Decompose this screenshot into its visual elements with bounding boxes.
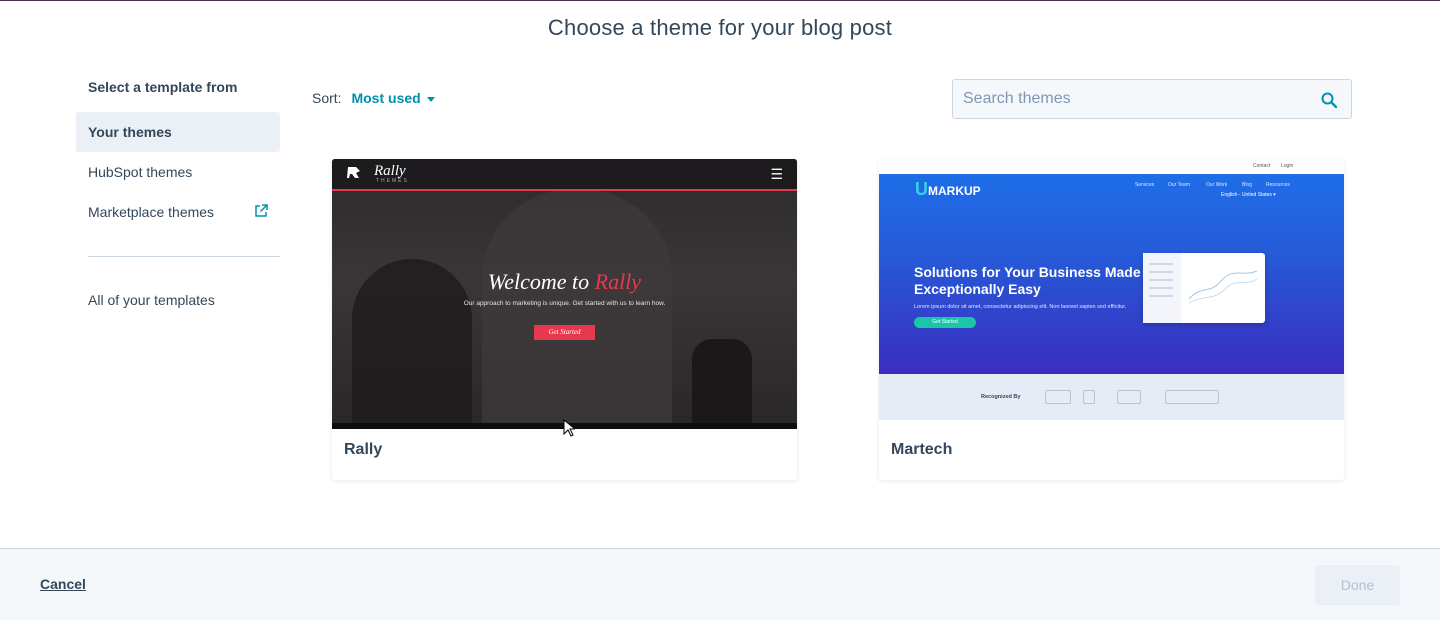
search-icon[interactable] bbox=[1321, 92, 1337, 108]
sort-dropdown[interactable]: Most used bbox=[351, 90, 435, 106]
external-link-icon bbox=[255, 204, 268, 217]
preview-headline: Welcome to Rally bbox=[487, 269, 642, 294]
hamburger-icon: ☰ bbox=[770, 166, 783, 182]
preview-topbar: Contact Login bbox=[879, 159, 1344, 174]
theme-name: Martech bbox=[891, 441, 953, 458]
sort-value: Most used bbox=[351, 90, 421, 106]
page-title: Choose a theme for your blog post bbox=[547, 15, 893, 40]
preview-logo-sub: THEMES bbox=[376, 178, 409, 184]
done-button[interactable]: Done bbox=[1315, 565, 1400, 605]
search-input[interactable] bbox=[953, 80, 1313, 118]
chevron-down-icon bbox=[426, 96, 435, 102]
preview-subtext: Lorem ipsum dolor sit amet, consectetur … bbox=[914, 304, 1127, 310]
rally-logo-icon bbox=[347, 167, 360, 178]
theme-thumbnail: Contact Login UMARKUP Services Our Team … bbox=[879, 159, 1344, 429]
preview-logo: UMARKUP bbox=[915, 179, 981, 199]
search-box bbox=[952, 79, 1352, 119]
preview-button: Get Started bbox=[534, 325, 595, 340]
cancel-button[interactable]: Cancel bbox=[40, 576, 86, 592]
theme-name: Rally bbox=[344, 441, 383, 458]
photo-figure bbox=[482, 189, 672, 429]
top-border bbox=[0, 0, 1440, 1]
partner-logo-icon bbox=[1117, 390, 1141, 404]
theme-thumbnail: Rally THEMES ☰ Welcome to Rally Our appr… bbox=[332, 159, 797, 429]
theme-card-martech[interactable]: Contact Login UMARKUP Services Our Team … bbox=[879, 159, 1344, 480]
sidebar-item-label: Marketplace themes bbox=[88, 204, 215, 220]
preview-recognized-strip: Recognized By bbox=[879, 374, 1344, 420]
sort-label: Sort: bbox=[312, 90, 342, 106]
sidebar-item-label: All of your templates bbox=[88, 292, 215, 308]
partner-logo-icon bbox=[1045, 390, 1071, 404]
sidebar-item-label: Your themes bbox=[88, 124, 172, 140]
sidebar-item-all-templates[interactable]: All of your templates bbox=[76, 280, 280, 320]
sidebar-divider bbox=[88, 256, 280, 257]
preview-subtext: Our approach to marketing is unique. Get… bbox=[463, 300, 666, 307]
photo-object bbox=[692, 339, 752, 429]
sidebar-item-your-themes[interactable]: Your themes bbox=[76, 112, 280, 152]
sidebar-heading: Select a template from bbox=[88, 79, 238, 95]
sidebar-item-label: HubSpot themes bbox=[88, 164, 193, 180]
preview-dashboard-image bbox=[1143, 253, 1265, 323]
preview-headline: Solutions for Your Business Made Excepti… bbox=[914, 264, 1141, 297]
mouse-cursor-icon bbox=[563, 419, 575, 437]
preview-hero: UMARKUP Services Our Team Our Work Blog … bbox=[879, 174, 1344, 374]
partner-logo-icon bbox=[1083, 390, 1095, 404]
preview-language: English - United States ▾ bbox=[1221, 192, 1276, 198]
partner-logo-icon bbox=[1165, 390, 1219, 404]
sort-control: Sort: Most used bbox=[312, 90, 435, 106]
sidebar-item-hubspot-themes[interactable]: HubSpot themes bbox=[76, 152, 280, 192]
footer-bar: Cancel Done bbox=[0, 548, 1440, 620]
preview-button: Get Started bbox=[914, 317, 976, 328]
preview-navbar: Rally THEMES ☰ bbox=[332, 159, 797, 191]
sidebar-item-marketplace-themes[interactable]: Marketplace themes bbox=[76, 192, 280, 232]
chart-icon bbox=[1188, 270, 1258, 304]
